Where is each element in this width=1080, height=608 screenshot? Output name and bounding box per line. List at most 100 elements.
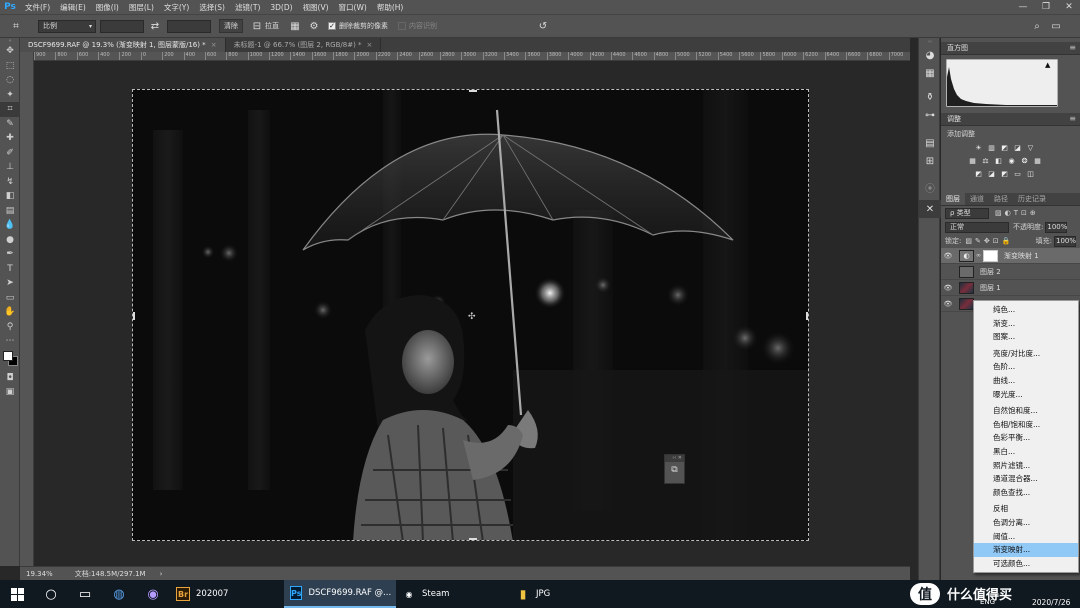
- tab-paths[interactable]: 路径: [989, 193, 1013, 205]
- pen-tool-icon[interactable]: ✒: [0, 247, 20, 262]
- shape-tool-icon[interactable]: ▭: [0, 291, 20, 306]
- layer-row-layer-2[interactable]: 图层 2: [941, 264, 1080, 280]
- taskbar-jpg-folder[interactable]: ▮ JPG: [510, 580, 624, 608]
- adjustment-icon[interactable]: ⧉: [665, 465, 684, 475]
- move-tool-icon[interactable]: ✥: [0, 44, 20, 59]
- adjustment-menu-item[interactable]: 阈值...: [974, 530, 1078, 544]
- properties-panel-icon[interactable]: ⊶: [919, 106, 941, 124]
- menu-filter[interactable]: 滤镜(T): [230, 2, 265, 13]
- gradient-map-icon[interactable]: ▭: [1012, 169, 1023, 179]
- minimize-icon[interactable]: —: [1012, 0, 1034, 14]
- history-brush-tool-icon[interactable]: ↯: [0, 175, 20, 190]
- color-panel-icon[interactable]: ◕: [919, 46, 941, 64]
- panel-menu-icon[interactable]: ≡: [1069, 43, 1076, 52]
- path-select-tool-icon[interactable]: ➤: [0, 276, 20, 291]
- adjustment-menu-item[interactable]: 色调分离...: [974, 516, 1078, 530]
- adjustment-menu-item[interactable]: 纯色...: [974, 303, 1078, 317]
- taskbar-steam[interactable]: ◉ Steam: [396, 580, 510, 608]
- search-circle-icon[interactable]: ○: [34, 580, 68, 608]
- adjustment-menu-item[interactable]: 渐变...: [974, 317, 1078, 331]
- swatches-panel-icon[interactable]: ▦: [919, 64, 941, 82]
- settings-gear-icon[interactable]: ⚙: [306, 18, 322, 34]
- invert-icon[interactable]: ◩: [973, 169, 984, 179]
- floating-mini-panel[interactable]: ‹‹ ✕ ⧉: [664, 454, 685, 484]
- dodge-tool-icon[interactable]: ●: [0, 233, 20, 248]
- overlay-grid-icon[interactable]: ▦: [287, 18, 303, 34]
- adjustment-menu-item[interactable]: 可选颜色...: [974, 557, 1078, 571]
- cloud-panel-icon[interactable]: ⦿: [919, 178, 941, 196]
- color-lookup-icon[interactable]: ▦: [1032, 156, 1043, 166]
- panel-menu-icon[interactable]: ≡: [1069, 114, 1076, 123]
- width-field[interactable]: [100, 19, 144, 33]
- more-tools-icon[interactable]: ⋯: [0, 334, 20, 349]
- crop-handle-top[interactable]: [469, 90, 477, 92]
- chain-icon[interactable]: ∞: [976, 252, 981, 259]
- channel-mixer-icon[interactable]: ❂: [1019, 156, 1030, 166]
- adjustments-panel-header[interactable]: 调整 ≡: [941, 113, 1080, 126]
- healing-brush-tool-icon[interactable]: ✚: [0, 131, 20, 146]
- menu-3d[interactable]: 3D(D): [265, 3, 297, 12]
- visibility-eye-icon[interactable]: 👁: [941, 300, 955, 308]
- blur-tool-icon[interactable]: 💧: [0, 218, 20, 233]
- lock-icons[interactable]: ▨✎✥⊡🔒: [965, 237, 1013, 245]
- tab-layers[interactable]: 图层: [941, 193, 965, 205]
- posterize-icon[interactable]: ◪: [986, 169, 997, 179]
- taskbar-bridge-202007[interactable]: Br 202007: [170, 580, 284, 608]
- crop-handle-bottom[interactable]: [469, 538, 477, 540]
- adjustment-menu-item[interactable]: 渐变映射...: [974, 543, 1078, 557]
- hand-tool-icon[interactable]: ✋: [0, 305, 20, 320]
- tools-panel-icon[interactable]: ✕: [919, 200, 941, 218]
- brush-panel-icon[interactable]: ⚱: [919, 88, 941, 106]
- fill-field[interactable]: 100%: [1054, 235, 1076, 247]
- crop-handle-left[interactable]: [133, 312, 135, 320]
- blend-mode-select[interactable]: 正常: [945, 221, 1009, 233]
- opacity-field[interactable]: 100%: [1045, 221, 1067, 233]
- menu-select[interactable]: 选择(S): [194, 2, 230, 13]
- histogram-warning-icon[interactable]: ▲: [1045, 61, 1050, 69]
- adjustment-menu-item[interactable]: 图案...: [974, 330, 1078, 344]
- delete-cropped-checkbox[interactable]: ✓: [328, 22, 336, 30]
- gradient-tool-icon[interactable]: ▤: [0, 204, 20, 219]
- stamp-tool-icon[interactable]: ⊥: [0, 160, 20, 175]
- strip-grip[interactable]: ‹‹: [919, 38, 941, 46]
- levels-icon[interactable]: ▥: [986, 143, 997, 153]
- taskbar-photoshop[interactable]: Ps DSCF9699.RAF @...: [284, 580, 396, 608]
- restore-icon[interactable]: ❐: [1035, 0, 1057, 14]
- threshold-icon[interactable]: ◩: [999, 169, 1010, 179]
- color-swatches[interactable]: [0, 349, 20, 371]
- content-aware-checkbox[interactable]: [398, 22, 406, 30]
- close-tab-icon[interactable]: ×: [367, 41, 373, 49]
- lasso-tool-icon[interactable]: ◌: [0, 73, 20, 88]
- layer-row-layer-1[interactable]: 👁 图层 1: [941, 280, 1080, 296]
- vibrance-icon[interactable]: ▽: [1025, 143, 1036, 153]
- reset-icon[interactable]: ↺: [535, 18, 551, 34]
- zoom-tool-icon[interactable]: ⚲: [0, 320, 20, 335]
- tab-channels[interactable]: 通道: [965, 193, 989, 205]
- visibility-eye-icon[interactable]: 👁: [941, 252, 955, 260]
- swap-icon[interactable]: ⇄: [147, 18, 163, 34]
- taskbar-date[interactable]: 2020/7/26: [1032, 598, 1070, 607]
- tab-untitled-1[interactable]: 未标题-1 @ 66.7% (图层 2, RGB/8#) * ×: [225, 38, 382, 52]
- color-balance-icon[interactable]: ⚖: [980, 156, 991, 166]
- histogram-panel-header[interactable]: 直方图 ≡: [941, 42, 1080, 55]
- crop-tool-icon[interactable]: ⌗: [8, 18, 24, 34]
- ratio-select[interactable]: 比例 ▾: [38, 19, 96, 33]
- adjustment-menu-item[interactable]: 颜色查找...: [974, 486, 1078, 500]
- menu-file[interactable]: 文件(F): [20, 2, 55, 13]
- adjustment-menu-item[interactable]: 通道混合器...: [974, 472, 1078, 486]
- exposure-icon[interactable]: ◪: [1012, 143, 1023, 153]
- foreground-color-swatch[interactable]: [3, 350, 13, 361]
- menu-type[interactable]: 文字(Y): [159, 2, 194, 13]
- tab-history[interactable]: 历史记录: [1013, 193, 1051, 205]
- photo-filter-icon[interactable]: ◉: [1006, 156, 1017, 166]
- browser-globe-icon[interactable]: ◍: [102, 580, 136, 608]
- status-arrow-icon[interactable]: ›: [160, 570, 163, 578]
- brightness-icon[interactable]: ☀: [973, 143, 984, 153]
- language-indicator[interactable]: ENG: [980, 598, 995, 606]
- adjustment-menu-item[interactable]: 色阶...: [974, 360, 1078, 374]
- menu-layer[interactable]: 图层(L): [124, 2, 159, 13]
- menu-edit[interactable]: 编辑(E): [55, 2, 91, 13]
- app-purple-icon[interactable]: ◉: [136, 580, 170, 608]
- quick-mask-icon[interactable]: ◘: [0, 371, 20, 386]
- hue-sat-icon[interactable]: ▦: [967, 156, 978, 166]
